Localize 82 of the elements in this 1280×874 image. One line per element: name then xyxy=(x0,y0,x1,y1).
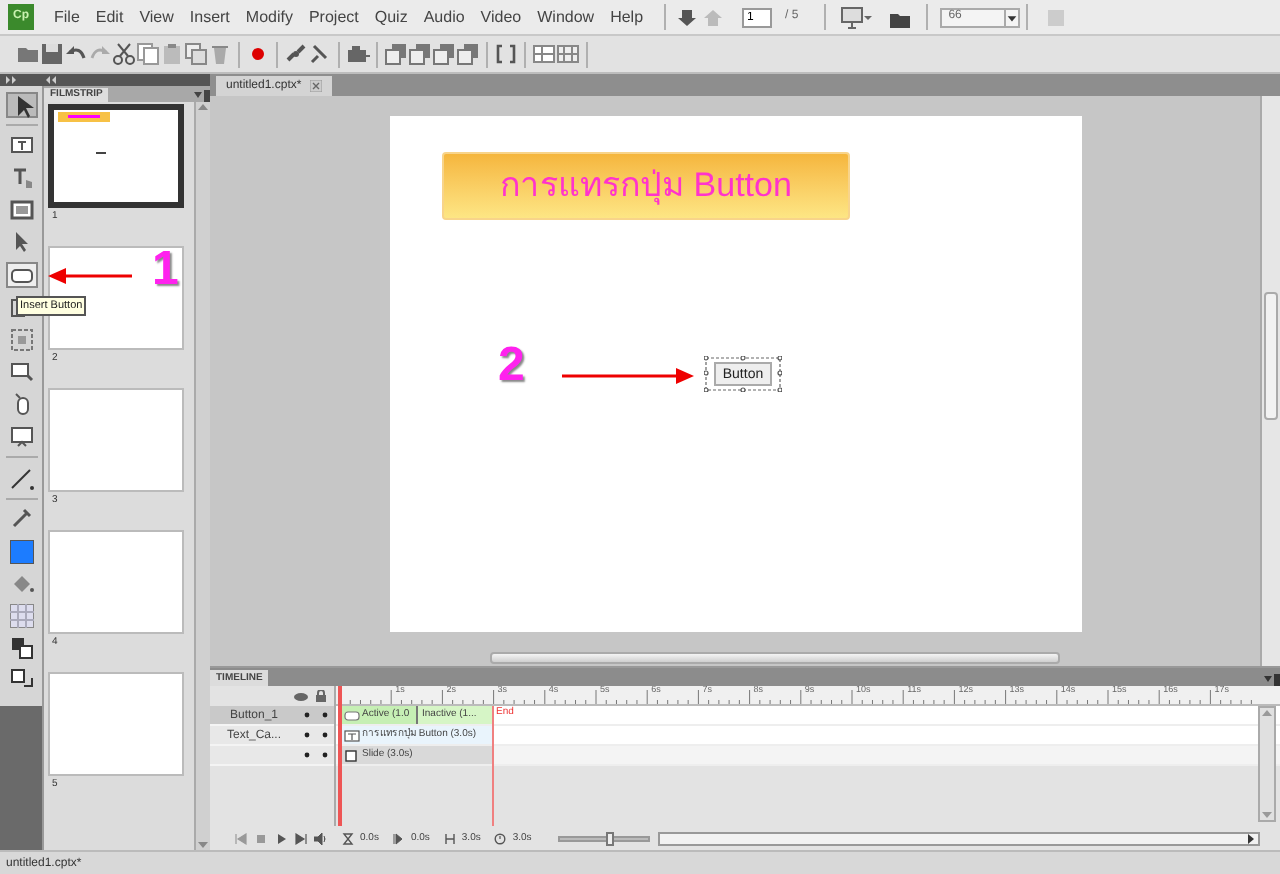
panel-menu-icon[interactable] xyxy=(194,90,210,102)
title-banner: การแทรกปุ่ม Button xyxy=(442,152,850,220)
menu-item[interactable]: File xyxy=(46,9,88,25)
menu-item[interactable]: Quiz xyxy=(366,9,416,25)
close-icon[interactable] xyxy=(309,80,322,92)
camera-icon[interactable] xyxy=(346,42,370,66)
pointer-arrow xyxy=(48,268,132,284)
eyedropper-icon[interactable] xyxy=(9,506,33,531)
scrollbar-thumb[interactable] xyxy=(490,652,1060,664)
snap-grid-icon[interactable] xyxy=(556,42,580,66)
grid-swatch[interactable] xyxy=(9,603,33,628)
callout-number: 2 xyxy=(498,342,525,390)
duplicate-icon[interactable] xyxy=(184,42,208,66)
selection-handles-drawing[interactable] xyxy=(704,356,782,392)
text-hand-icon[interactable] xyxy=(9,166,33,191)
clipboard-icon[interactable] xyxy=(160,42,184,66)
visibility-dot-icon[interactable] xyxy=(304,712,310,718)
stacked-squares-icon[interactable] xyxy=(456,42,480,66)
save-icon[interactable] xyxy=(40,42,64,66)
zoom-slider-track[interactable] xyxy=(557,835,650,841)
record-icon[interactable] xyxy=(246,42,270,66)
line-tool-icon[interactable] xyxy=(9,465,33,490)
hourglass-icon xyxy=(342,831,354,845)
text-caption-icon[interactable] xyxy=(9,133,33,158)
callout-number: 1 xyxy=(152,246,179,294)
eye-icon[interactable] xyxy=(294,691,308,701)
stacked-squares-icon[interactable] xyxy=(432,42,456,66)
play-icon[interactable] xyxy=(274,831,288,845)
lock-icon[interactable] xyxy=(316,690,326,702)
menu-item[interactable]: Modify xyxy=(237,9,301,25)
visibility-dot-icon[interactable] xyxy=(304,732,310,738)
slide-thumbnail[interactable] xyxy=(48,672,184,776)
trash-icon[interactable] xyxy=(208,42,232,66)
slide-thumbnail[interactable] xyxy=(48,530,184,634)
grid-icon[interactable] xyxy=(532,42,556,66)
speaker-icon[interactable] xyxy=(314,831,328,845)
scroll-right-icon[interactable] xyxy=(1244,833,1258,843)
arrow-down-icon[interactable] xyxy=(677,7,696,27)
stopwatch-icon xyxy=(494,831,507,845)
menu-item[interactable]: View xyxy=(131,9,182,25)
copy-icon[interactable] xyxy=(136,42,160,66)
color-swatch[interactable] xyxy=(9,539,33,563)
scrollbar-thumb[interactable] xyxy=(1264,292,1278,420)
highlight-box-icon[interactable] xyxy=(9,198,33,223)
overlap-squares-icon[interactable] xyxy=(9,636,33,661)
slide-thumbnail[interactable] xyxy=(48,388,184,492)
visibility-dot-icon[interactable] xyxy=(304,752,310,758)
menu-item[interactable]: Help xyxy=(602,9,652,25)
bracket-icon[interactable] xyxy=(494,42,518,66)
lock-dot-icon[interactable] xyxy=(322,752,328,758)
expand-chevrons-icon[interactable] xyxy=(6,76,18,84)
skip-forward-icon[interactable] xyxy=(294,831,308,845)
mouse-icon[interactable] xyxy=(9,392,33,417)
lock-dot-icon[interactable] xyxy=(322,732,328,738)
menu-item[interactable]: Project xyxy=(300,9,367,25)
menu-item[interactable]: Video xyxy=(472,9,530,25)
menu-item[interactable]: Window xyxy=(529,9,603,25)
button-shape-icon[interactable] xyxy=(9,263,33,288)
preview-monitor-icon[interactable] xyxy=(840,5,873,29)
stacked-squares-icon[interactable] xyxy=(408,42,432,66)
panel-menu-icon[interactable] xyxy=(1264,674,1280,686)
slide-thumbnail[interactable] xyxy=(48,104,184,208)
slider-thumb[interactable] xyxy=(606,831,615,845)
magnifier-box-icon[interactable] xyxy=(9,360,33,385)
scissors-icon[interactable] xyxy=(112,42,136,66)
folder-icon[interactable] xyxy=(16,42,40,66)
stacked-squares-icon[interactable] xyxy=(384,42,408,66)
swap-arrows-icon[interactable] xyxy=(9,668,33,693)
disabled-tool-icon xyxy=(1046,7,1067,27)
dropdown-caret-icon xyxy=(1004,9,1019,25)
paint-bucket-icon[interactable] xyxy=(9,571,33,596)
menu-item[interactable]: Edit xyxy=(87,9,132,25)
zoom-area-icon[interactable] xyxy=(9,328,33,352)
end-line xyxy=(492,706,494,826)
pointer-arrow xyxy=(562,368,694,384)
collapse-chevrons-icon[interactable] xyxy=(46,76,58,84)
lock-dot-icon[interactable] xyxy=(322,712,328,718)
start-marker-icon xyxy=(392,831,405,845)
duration-icon xyxy=(443,831,456,845)
menu-item[interactable]: Insert xyxy=(181,9,238,25)
menu-item[interactable]: Audio xyxy=(415,9,473,25)
slide-thumbnail[interactable] xyxy=(48,246,184,350)
